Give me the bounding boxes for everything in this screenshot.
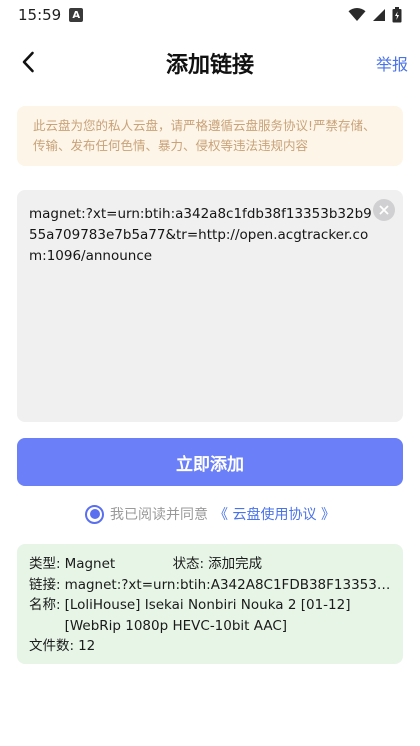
agreement-text: 我已阅读并同意 [110,507,209,523]
status-value: 添加完成 [208,556,263,572]
battery-icon [392,7,402,23]
agreement-radio[interactable] [85,504,105,524]
link-input-text[interactable]: magnet:?xt=urn:btih:a342a8c1fdb38f13353b… [29,204,379,267]
status-label: 状态: [172,556,205,572]
link-label: 链接: [29,576,61,593]
result-row-type-status: 类型: Magnet 状态: 添加完成 [29,554,391,575]
result-row-link: 链接: magnet:?xt=urn:btih:A342A8C1FDB38F13… [29,575,391,596]
result-row-name: 名称: [LoliHouse] Isekai Nonbiri Nouka 2 [… [29,595,391,636]
agreement-row: 我已阅读并同意 《 云盘使用协议 》 [0,504,420,524]
link-value: magnet:?xt=urn:btih:A342A8C1FDB38F13353B… [64,576,391,593]
report-button[interactable]: 举报 [376,51,408,75]
name-label: 名称: [29,597,61,613]
link-input[interactable]: magnet:?xt=urn:btih:a342a8c1fdb38f13353b… [17,190,403,422]
page-title: 添加链接 [165,53,254,78]
notice-banner: 此云盘为您的私人云盘，请严格遵循云盘服务协议!严禁存储、传输、发布任何色情、暴力… [17,106,403,166]
type-label: 类型: [29,556,61,572]
status-icons [348,7,402,23]
header: 添加链接 举报 [0,38,420,86]
status-bar: 15:59 A [0,0,420,30]
clear-button[interactable] [373,199,395,221]
files-label: 文件数: [29,638,75,654]
add-now-button[interactable]: 立即添加 [17,438,403,486]
files-value: 12 [78,638,96,654]
signal-icon [373,9,385,21]
status-left: 15:59 A [18,6,84,24]
type-value: Magnet [64,556,116,572]
wifi-icon [348,8,366,21]
close-icon [379,205,389,215]
status-time: 15:59 [18,6,62,24]
radio-checked-dot [89,509,100,519]
result-row-files: 文件数: 12 [29,636,391,657]
result-card: 类型: Magnet 状态: 添加完成 链接: magnet:?xt=urn:b… [17,544,403,664]
a-icon: A [69,8,84,22]
name-value: [LoliHouse] Isekai Nonbiri Nouka 2 [01-1… [64,597,351,634]
agreement-link[interactable]: 《 云盘使用协议 》 [214,504,335,524]
